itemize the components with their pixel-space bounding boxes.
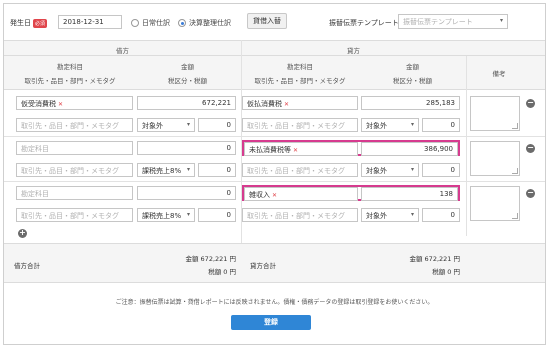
radio-normal-entry[interactable]: 日常仕訳 [131,18,170,28]
remove-row-icon[interactable]: − [526,189,535,198]
debit-account-input[interactable]: 勘定科目 [16,141,133,155]
credit-tax-select[interactable]: 対象外 [361,208,419,222]
swap-debit-credit-button[interactable]: 貸借入替 [247,13,287,29]
memo-divider [466,56,467,236]
debit-tax-header: 税区分・税額 [168,77,207,85]
debit-tags-header: 取引先・品目・部門・メモタグ [24,77,116,85]
debit-total-label: 借方合計 [14,262,40,270]
memo-textarea[interactable] [470,141,520,176]
debit-header: 借方 [116,47,129,55]
debit-tax-select[interactable]: 課税売上8% [137,208,195,222]
debit-tags-input[interactable]: 取引先・品目・部門・メモタグ [16,163,133,177]
radio-normal-label: 日常仕訳 [142,19,170,27]
radio-settlement-label: 決算整理仕訳 [189,19,231,27]
remove-row-icon[interactable]: − [526,99,535,108]
credit-total-label: 貸方合計 [250,262,276,270]
credit-tags-input[interactable]: 取引先・品目・部門・メモタグ [242,118,358,132]
clear-icon[interactable]: ✕ [58,101,63,108]
debit-account-input[interactable]: 勘定科目 [16,186,133,200]
credit-account-value: 仮払消費税 [247,100,282,108]
required-badge: 必須 [33,18,48,28]
debit-account-input[interactable]: 仮受消費税 ✕ [16,96,133,110]
date-label-text: 発生日 [10,19,31,27]
debit-account-header: 勘定科目 [57,63,83,71]
credit-tags-header: 取引先・品目・部門・メモタグ [254,77,346,85]
debit-amount-input[interactable]: 672,221 [137,96,236,110]
credit-account-header: 勘定科目 [287,63,313,71]
credit-amount-input[interactable]: 386,900 [361,142,458,156]
date-input[interactable]: 2018-12-31 [58,15,122,29]
credit-total-amount: 金額 672,221 円 [409,255,460,263]
journal-entry-form: 発生日 必須 2018-12-31 日常仕訳 決算整理仕訳 貸借入替 振替伝票テン… [3,3,546,345]
memo-textarea[interactable] [470,96,520,131]
memo-header: 備考 [492,70,506,78]
add-row-icon[interactable]: + [18,229,27,238]
radio-off-icon [131,19,139,27]
credit-tax-header: 税区分・税額 [393,77,432,85]
credit-account-value: 雑収入 [249,191,270,199]
credit-amount-input[interactable]: 285,183 [361,96,460,110]
clear-icon[interactable]: ✕ [272,192,277,199]
row-divider [4,181,545,182]
credit-account-input[interactable]: 未払消費税等 ✕ [244,142,358,156]
debit-tax-amount-input[interactable]: 0 [198,208,236,222]
notice-text: ご注意：振替伝票は試算・貸借レポートには反映されません。債権・債務データの登録は… [115,299,434,306]
debit-tax-amount-input[interactable]: 0 [198,118,236,132]
credit-tax-select[interactable]: 対象外 [361,163,419,177]
credit-tax-select[interactable]: 対象外 [361,118,419,132]
debit-tags-input[interactable]: 取引先・品目・部門・メモタグ [16,118,133,132]
credit-account-value: 未払消費税等 [249,146,291,154]
radio-on-icon [178,19,186,27]
clear-icon[interactable]: ✕ [293,147,298,154]
credit-tags-input[interactable]: 取引先・品目・部門・メモタグ [242,208,358,222]
debit-account-value: 仮受消費税 [21,100,56,108]
credit-amount-input[interactable]: 138 [361,187,458,201]
template-select[interactable]: 振替伝票テンプレート [398,14,508,29]
template-label: 振替伝票テンプレート [329,19,399,27]
memo-textarea[interactable] [470,186,520,221]
credit-tax-amount-input[interactable]: 0 [422,163,460,177]
credit-tax-amount-input[interactable]: 0 [422,208,460,222]
credit-account-input[interactable]: 仮払消費税 ✕ [242,96,358,110]
credit-amount-header: 金額 [406,63,419,71]
debit-amount-header: 金額 [181,63,194,71]
debit-tax-select[interactable]: 対象外 [137,118,195,132]
credit-tags-input[interactable]: 取引先・品目・部門・メモタグ [242,163,358,177]
credit-total-tax: 税額 0 円 [432,268,460,276]
credit-account-input[interactable]: 雑収入 ✕ [244,187,358,201]
row-divider [4,136,545,137]
date-label: 発生日 必須 [10,18,48,28]
radio-settlement-entry[interactable]: 決算整理仕訳 [178,18,231,28]
remove-row-icon[interactable]: − [526,144,535,153]
debit-total-amount: 金額 672,221 円 [185,255,236,263]
credit-header: 貸方 [347,47,360,55]
debit-tax-amount-input[interactable]: 0 [198,163,236,177]
submit-button[interactable]: 登録 [231,315,311,330]
debit-tags-input[interactable]: 取引先・品目・部門・メモタグ [16,208,133,222]
debit-tax-select[interactable]: 課税売上8% [137,163,195,177]
credit-tax-amount-input[interactable]: 0 [422,118,460,132]
debit-total-tax: 税額 0 円 [208,268,236,276]
debit-amount-input[interactable]: 0 [137,141,236,155]
clear-icon[interactable]: ✕ [284,101,289,108]
debit-amount-input[interactable]: 0 [137,186,236,200]
